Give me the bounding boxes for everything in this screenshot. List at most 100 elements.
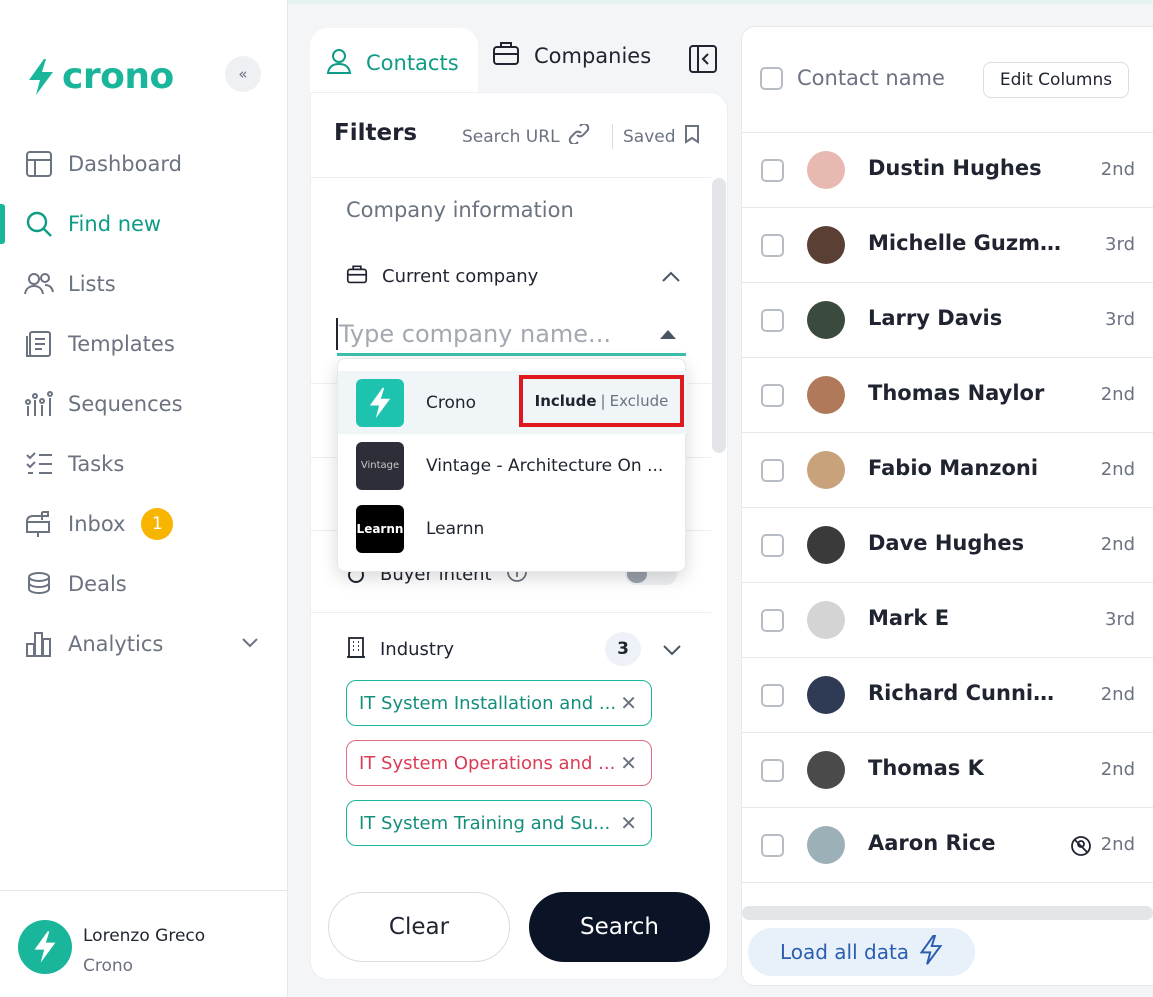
row-checkbox[interactable] [761,459,784,482]
avatar [807,151,845,189]
industry-header[interactable]: Industry [346,636,454,663]
industry-chip[interactable]: IT System Installation and ... ✕ [346,680,652,726]
contact-name[interactable]: Aaron Rice [868,831,1068,855]
dropdown-option-learnn[interactable]: Learnn Learnn [338,497,687,560]
table-row[interactable]: Michelle Guzman 3rd [742,207,1153,282]
close-icon[interactable]: ✕ [620,751,637,775]
sidebar-item-inbox[interactable]: Inbox 1 [0,502,287,546]
avatar [807,601,845,639]
table-row[interactable]: Dustin Hughes 2nd [742,132,1153,207]
connection-degree: 2nd [1100,459,1135,480]
row-checkbox[interactable] [761,684,784,707]
load-all-label: Load all data [779,940,910,964]
connection-degree: 2nd [1100,759,1135,780]
dashboard-icon [24,149,54,179]
sidebar-item-sequences[interactable]: Sequences [0,382,287,426]
row-checkbox[interactable] [761,759,784,782]
row-checkbox[interactable] [761,234,784,257]
industry-chip[interactable]: IT System Operations and ... ✕ [346,740,652,786]
row-checkbox[interactable] [761,384,784,407]
industry-count-badge: 3 [605,632,641,666]
table-row[interactable]: Mark E 3rd [742,582,1153,657]
search-button[interactable]: Search [529,892,710,962]
load-all-data-button[interactable]: Load all data [748,928,975,976]
close-icon[interactable]: ✕ [620,811,637,835]
filters-title: Filters [334,120,418,146]
building-icon [346,636,366,663]
divider [311,177,711,178]
avatar [807,676,845,714]
learnn-logo-icon: Learnn [356,504,404,553]
chip-label: IT System Installation and ... [359,692,617,714]
briefcase-icon [492,40,520,71]
search-url-button[interactable]: Search URL [462,122,590,149]
current-company-header[interactable]: Current company [346,264,538,289]
sidebar-item-templates[interactable]: Templates [0,322,287,366]
contact-name[interactable]: Thomas Naylor [868,381,1068,405]
sidebar-item-lists[interactable]: Lists [0,262,287,306]
sidebar-item-deals[interactable]: Deals [0,562,287,606]
brand-name: crono [62,56,174,97]
contact-name[interactable]: Fabio Manzoni [868,456,1068,480]
contact-name[interactable]: Larry Davis [868,306,1068,330]
include-button[interactable]: Include [535,392,597,410]
tab-companies[interactable]: Companies [492,40,651,71]
separator: | [600,392,606,410]
connection-degree: 2nd [1100,159,1135,180]
scrollbar[interactable] [712,178,726,453]
saved-button[interactable]: Saved [612,124,700,149]
row-checkbox[interactable] [761,309,784,332]
row-checkbox[interactable] [761,534,784,557]
divider [311,612,711,613]
edit-columns-button[interactable]: Edit Columns [983,62,1129,98]
chevron-down-icon[interactable] [240,632,260,657]
contact-name[interactable]: Michelle Guzman [868,231,1068,255]
templates-icon [24,329,54,359]
table-row[interactable]: Dave Hughes 2nd [742,507,1153,582]
chevron-down-icon[interactable] [662,642,682,661]
contact-name[interactable]: Dustin Hughes [868,156,1068,180]
dropdown-triangle-icon[interactable] [660,330,676,339]
industry-chip[interactable]: IT System Training and Su... ✕ [346,800,652,846]
row-checkbox[interactable] [761,159,784,182]
chevron-up-icon[interactable] [660,266,682,292]
table-row[interactable]: Larry Davis 3rd [742,282,1153,357]
sidebar-item-analytics[interactable]: Analytics [0,622,287,666]
contact-name[interactable]: Dave Hughes [868,531,1068,555]
sidebar-item-label: Templates [68,332,175,356]
contact-name[interactable]: Richard Cunning... [868,681,1068,705]
connection-degree: 2nd [1100,684,1135,705]
collapse-sidebar-button[interactable]: « [225,56,261,92]
lightning-logo-icon [29,58,53,95]
horizontal-scrollbar[interactable] [742,906,1153,920]
sidebar-item-dashboard[interactable]: Dashboard [0,142,287,186]
avatar[interactable] [18,920,72,974]
dropdown-option-vintage[interactable]: Vintage Vintage - Architecture On ... [338,434,687,497]
row-checkbox[interactable] [761,834,784,857]
sidebar-item-label: Lists [68,272,116,296]
table-row[interactable]: Thomas Naylor 2nd [742,357,1153,432]
table-row[interactable]: Richard Cunning... 2nd [742,657,1153,732]
connection-degree: 3rd [1105,309,1135,330]
collapse-panel-button[interactable] [688,44,718,78]
table-row[interactable]: Aaron Rice 2nd [742,807,1153,882]
contact-name[interactable]: Thomas K [868,756,1068,780]
sidebar-item-label: Inbox [68,512,126,536]
exclude-button[interactable]: Exclude [610,392,669,410]
table-row[interactable]: Thomas K 2nd [742,732,1153,807]
select-all-checkbox[interactable] [760,66,783,90]
close-icon[interactable]: ✕ [620,691,637,715]
sidebar-item-label: Find new [68,212,162,236]
logo-text: Vintage [360,460,400,471]
clear-button[interactable]: Clear [328,892,510,962]
divider [0,890,287,891]
tab-contacts[interactable]: Contacts [310,28,478,98]
row-checkbox[interactable] [761,609,784,632]
sidebar-item-find-new[interactable]: Find new [0,202,287,246]
crono-logo[interactable]: crono [26,56,174,97]
contact-name[interactable]: Mark E [868,606,1068,630]
user-name: Lorenzo Greco [83,926,206,946]
sidebar-item-tasks[interactable]: Tasks [0,442,287,486]
company-name-input[interactable]: Type company name... [337,314,686,356]
table-row[interactable]: Fabio Manzoni 2nd [742,432,1153,507]
